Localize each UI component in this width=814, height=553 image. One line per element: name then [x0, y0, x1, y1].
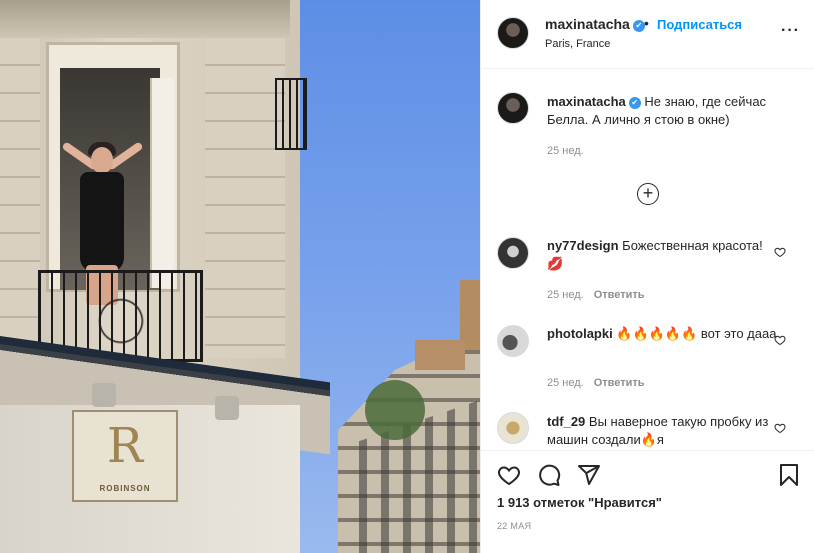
- post-username[interactable]: maxinatacha ✔: [545, 16, 645, 32]
- sign-logo: R: [106, 418, 144, 474]
- comment-text: 🔥🔥🔥🔥🔥 вот это дааа: [616, 326, 777, 341]
- comment-time[interactable]: 25 нед.: [547, 289, 584, 301]
- share-icon[interactable]: [577, 463, 601, 487]
- comment-icon[interactable]: [537, 463, 561, 487]
- tree: [365, 380, 425, 440]
- person-swimsuit: [80, 172, 124, 272]
- hotel-sign: R ROBINSON: [72, 410, 178, 502]
- post-actions: 1 913 отметок "Нравится" 22 МАЯ: [481, 450, 814, 553]
- post-header: maxinatacha ✔ • Подписаться Paris, France…: [481, 0, 814, 69]
- avatar[interactable]: [497, 325, 529, 357]
- comment-username[interactable]: tdf_29: [547, 414, 585, 429]
- window-shutter: [150, 78, 174, 288]
- avatar[interactable]: [497, 237, 529, 269]
- separator-dot: •: [644, 15, 649, 31]
- post-photo[interactable]: R ROBINSON: [0, 0, 480, 553]
- wall-lamp: [215, 396, 239, 420]
- likes-count[interactable]: 1 913 отметок "Нравится": [497, 495, 662, 510]
- building-stonework: [205, 38, 285, 358]
- person-head: [91, 147, 113, 173]
- building-cornice: [0, 0, 290, 38]
- wall-lamp: [92, 383, 116, 407]
- comment-username[interactable]: photolapki: [547, 326, 613, 341]
- comment-like-heart-icon[interactable]: [774, 422, 786, 434]
- caption: maxinatacha ✔ Не знаю, где сейчас Белла. …: [547, 93, 777, 129]
- comment-meta: 25 нед. Ответить: [547, 377, 645, 389]
- comments-list[interactable]: maxinatacha ✔ Не знаю, где сейчас Белла. …: [481, 70, 814, 450]
- comment-time[interactable]: 25 нед.: [547, 377, 584, 389]
- username-label[interactable]: maxinatacha: [545, 16, 630, 32]
- list-item: photolapki 🔥🔥🔥🔥🔥 вот это дааа: [547, 325, 777, 343]
- avatar[interactable]: [497, 412, 529, 444]
- load-more-comments-button[interactable]: +: [637, 183, 659, 205]
- verified-badge-icon: ✔: [628, 97, 641, 109]
- caption-username[interactable]: maxinatacha: [547, 94, 626, 109]
- location-link[interactable]: Paris, France: [545, 38, 610, 50]
- avatar[interactable]: [497, 92, 529, 124]
- avatar[interactable]: [497, 17, 529, 49]
- follow-button[interactable]: Подписаться: [657, 17, 742, 32]
- post-date[interactable]: 22 МАЯ: [497, 521, 531, 531]
- post-panel: maxinatacha ✔ • Подписаться Paris, France…: [480, 0, 814, 553]
- bookmark-icon[interactable]: [777, 463, 801, 487]
- more-options-icon[interactable]: ···: [781, 22, 800, 40]
- caption-time[interactable]: 25 нед.: [547, 145, 584, 157]
- reply-button[interactable]: Ответить: [594, 289, 645, 301]
- comment-like-heart-icon[interactable]: [774, 246, 786, 258]
- chimney: [415, 340, 465, 370]
- comment-like-heart-icon[interactable]: [774, 334, 786, 346]
- heart-icon[interactable]: [497, 463, 521, 487]
- comment-username[interactable]: ny77design: [547, 238, 619, 253]
- sign-label: ROBINSON: [99, 484, 151, 493]
- upper-balcony-railing: [275, 78, 307, 150]
- reply-button[interactable]: Ответить: [594, 377, 645, 389]
- building-stonework: [0, 38, 40, 358]
- comment-meta: 25 нед. Ответить: [547, 289, 645, 301]
- list-item: ny77design Божественная красота! 💋: [547, 237, 777, 273]
- list-item: tdf_29 Вы наверное такую пробку из машин…: [547, 413, 777, 449]
